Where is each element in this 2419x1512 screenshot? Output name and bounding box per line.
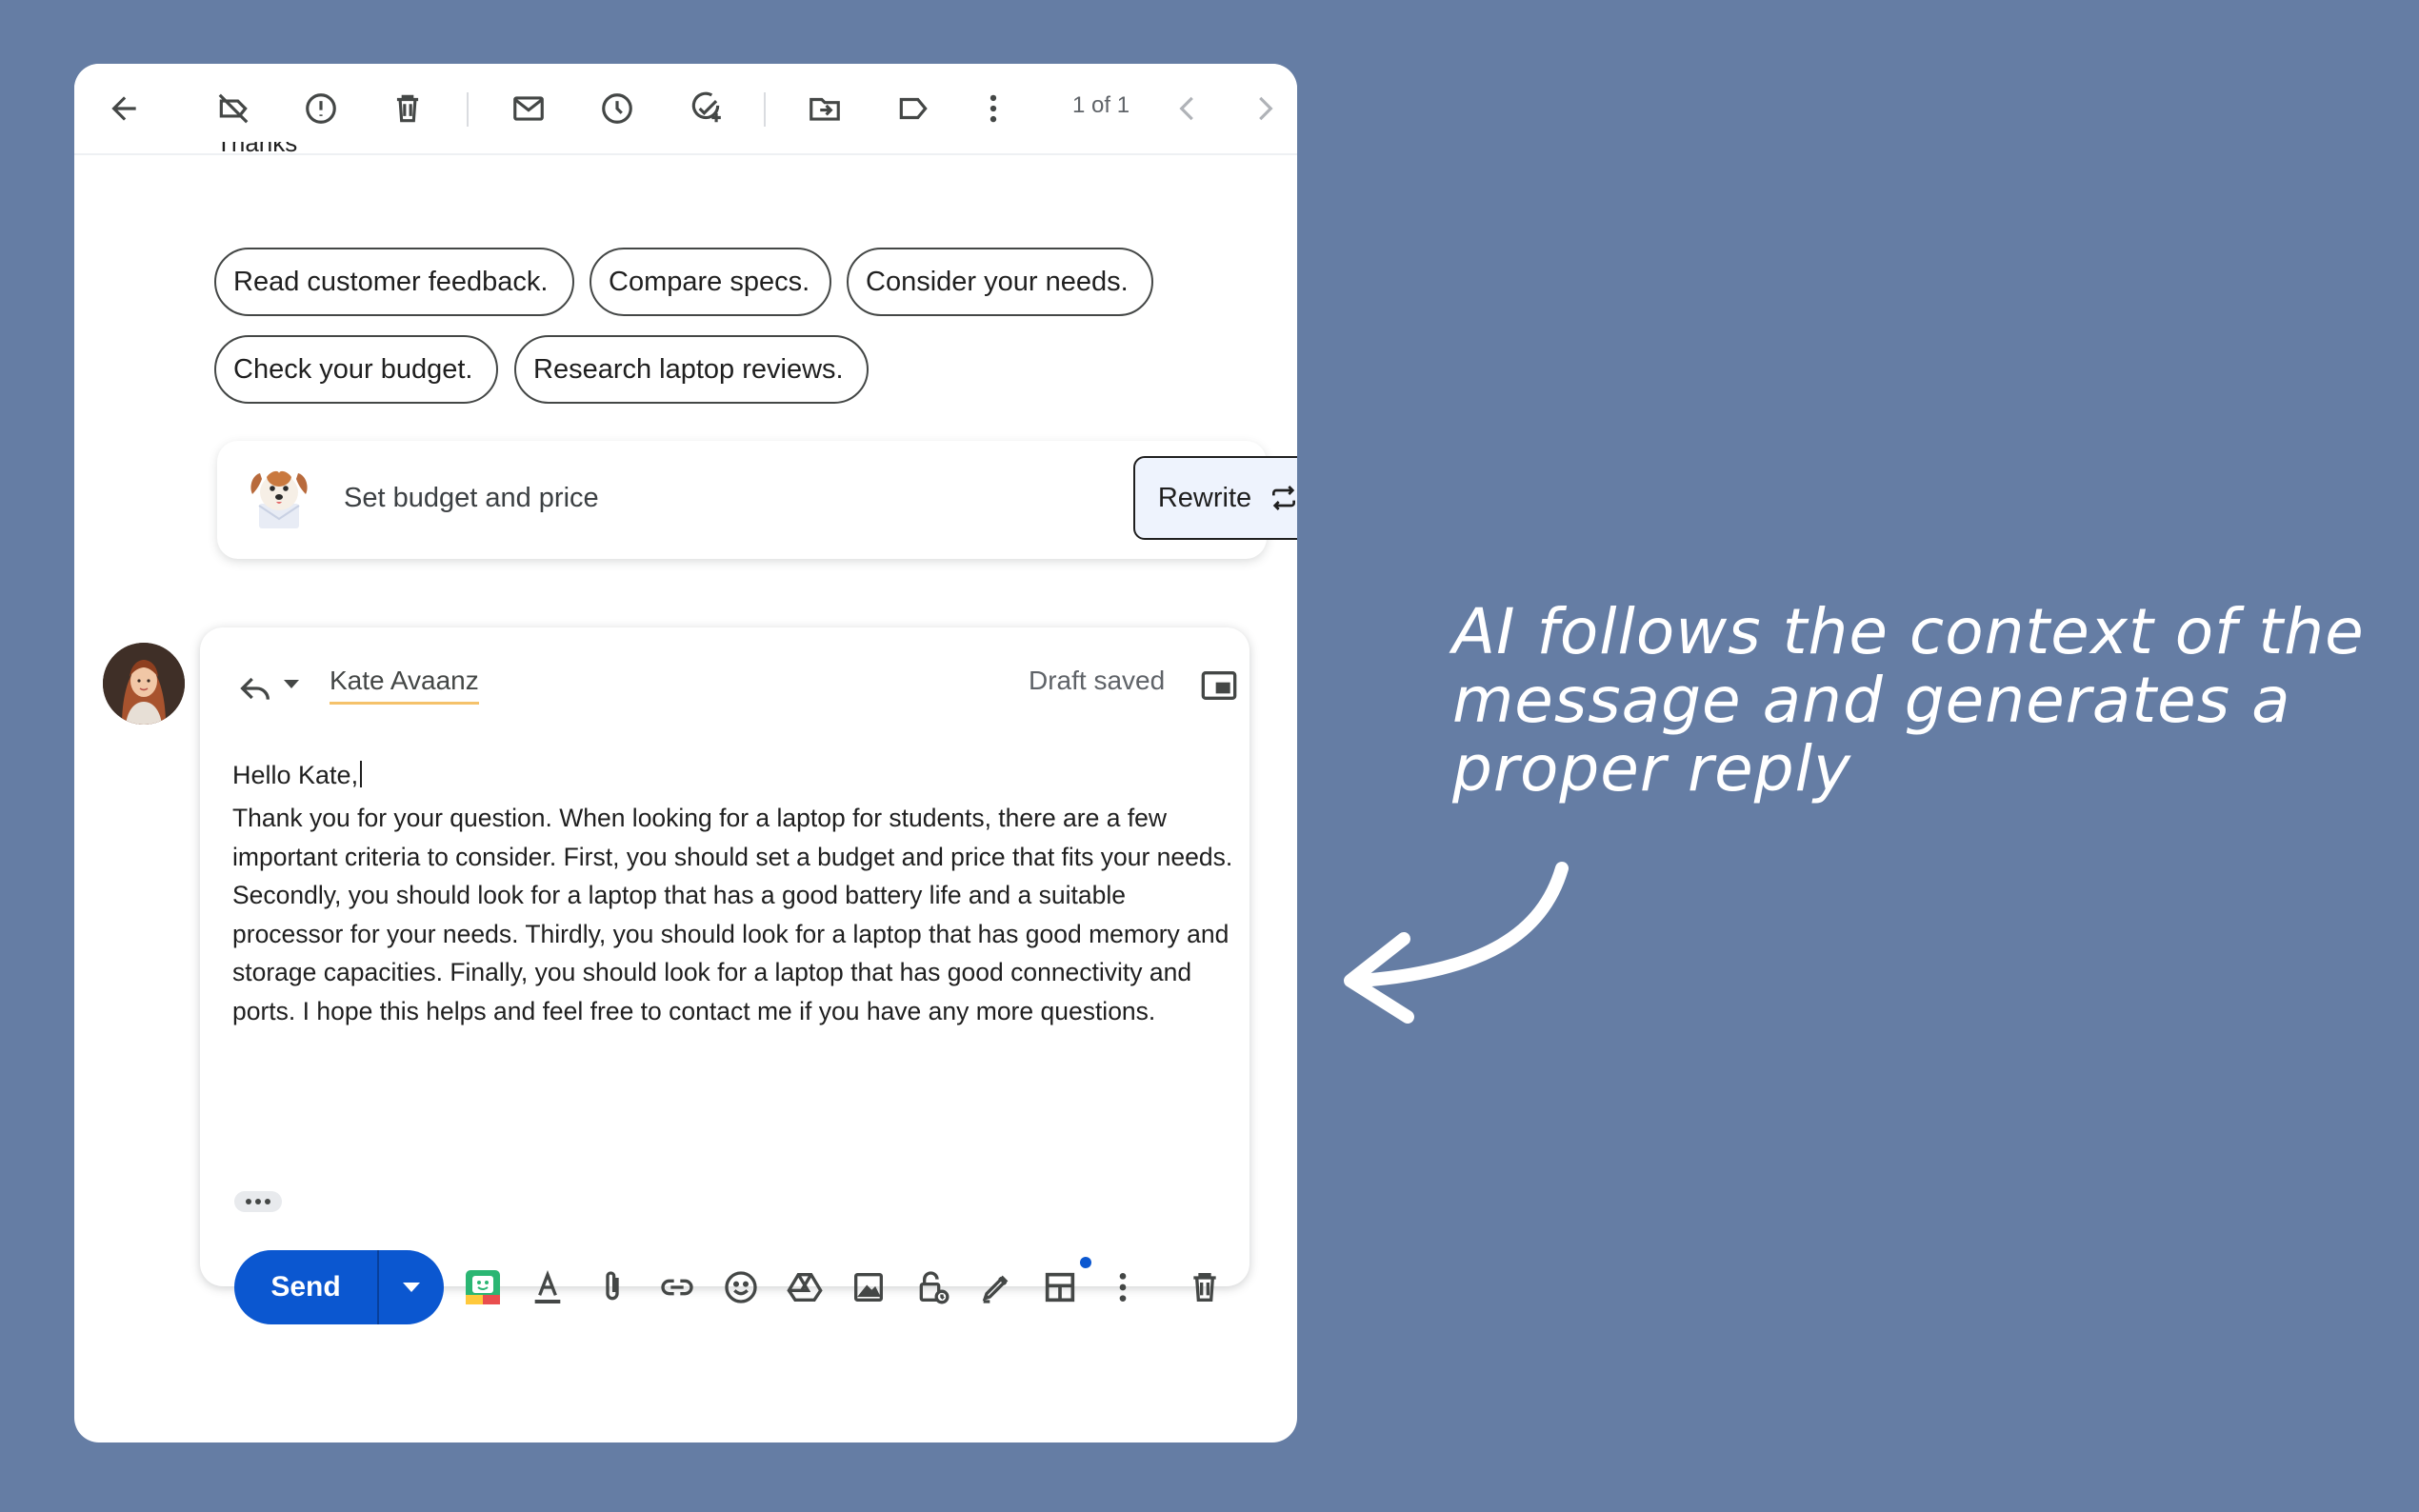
avatar <box>103 643 185 725</box>
suggestion-text: Set budget and price <box>344 483 599 513</box>
layout-template-icon[interactable] <box>1036 1263 1084 1311</box>
smart-reply-chip[interactable]: Research laptop reviews. <box>514 335 869 404</box>
text-cursor <box>360 761 363 787</box>
link-icon[interactable] <box>653 1263 701 1311</box>
emoji-icon[interactable] <box>717 1263 765 1311</box>
prev-icon[interactable] <box>1166 87 1210 130</box>
no-snooze-icon[interactable] <box>211 87 255 130</box>
pager-text: 1 of 1 <box>1072 92 1130 118</box>
smart-reply-chip[interactable]: Check your budget. <box>214 335 498 404</box>
label-icon[interactable] <box>891 87 935 130</box>
move-to-icon[interactable] <box>803 87 847 130</box>
rewrite-button[interactable]: Rewrite <box>1133 456 1297 540</box>
report-spam-icon[interactable] <box>299 87 343 130</box>
back-arrow-icon[interactable] <box>102 87 146 130</box>
text-format-icon[interactable] <box>524 1263 571 1311</box>
mark-unread-icon[interactable] <box>507 87 550 130</box>
extension-icon[interactable] <box>459 1263 507 1311</box>
ai-suggestion-bar: Set budget and price Rewrite <box>217 441 1297 559</box>
pop-out-icon[interactable] <box>1200 669 1238 702</box>
curved-arrow-icon <box>1344 862 1569 1024</box>
image-icon[interactable] <box>845 1263 892 1311</box>
message-body[interactable]: Thank you for your question. When lookin… <box>232 799 1242 1031</box>
next-icon[interactable] <box>1243 87 1287 130</box>
rewrite-label: Rewrite <box>1157 482 1252 513</box>
send-options-chevron-down-icon[interactable] <box>379 1250 444 1324</box>
confidential-lock-icon[interactable] <box>909 1263 956 1311</box>
toolbar-divider <box>764 92 766 127</box>
send-button-group: Send <box>234 1250 444 1324</box>
email-window: 1 of 1 Thanks Read customer feedback. Co… <box>74 64 1297 1442</box>
reply-compose: Kate Avaanz Draft saved Hello Kate, Than… <box>200 627 1249 1324</box>
toolbar-divider <box>467 92 469 127</box>
discard-icon[interactable] <box>1181 1263 1229 1311</box>
attach-icon[interactable] <box>589 1263 636 1311</box>
delete-icon[interactable] <box>386 87 430 130</box>
smart-reply-chip[interactable]: Read customer feedback. <box>214 248 574 316</box>
send-button[interactable]: Send <box>234 1250 379 1324</box>
reply-icon[interactable] <box>236 669 274 707</box>
marketing-caption: AI follows the context of the message an… <box>1452 595 2365 806</box>
drive-icon[interactable] <box>781 1263 829 1311</box>
more-options-icon[interactable] <box>1099 1263 1147 1311</box>
smart-reply-chip[interactable]: Consider your needs. <box>847 248 1153 316</box>
add-task-icon[interactable] <box>684 87 728 130</box>
reply-type-caret-icon[interactable] <box>284 680 299 688</box>
dog-mascot-icon <box>250 470 308 528</box>
more-vert-icon[interactable] <box>971 87 1015 130</box>
signature-pen-icon[interactable] <box>972 1263 1020 1311</box>
snooze-icon[interactable] <box>595 87 639 130</box>
smart-reply-chip[interactable]: Compare specs. <box>590 248 831 316</box>
recipient-chip[interactable]: Kate Avaanz <box>330 666 479 705</box>
repeat-icon <box>1272 486 1296 510</box>
new-feature-dot <box>1080 1257 1091 1268</box>
draft-status: Draft saved <box>1029 666 1166 695</box>
message-greeting[interactable]: Hello Kate, <box>232 761 363 790</box>
previous-message-fragment: Thanks <box>216 142 298 157</box>
show-trimmed-content-button[interactable] <box>234 1191 282 1212</box>
